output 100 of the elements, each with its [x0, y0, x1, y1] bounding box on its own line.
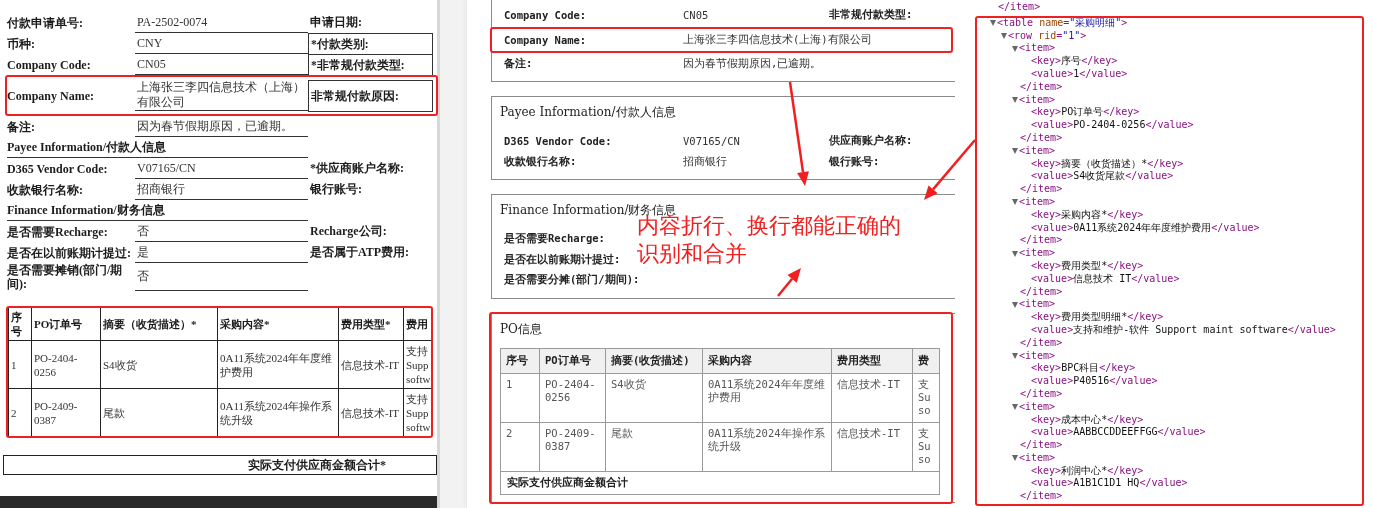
table-cell: 信息技术-IT — [831, 373, 913, 422]
xml-line: </item> — [998, 1, 1041, 14]
table-cell: 1 — [500, 373, 540, 422]
table-cell: 1 — [8, 340, 32, 389]
field-value: 招商银行 — [683, 154, 727, 169]
field-value: 招商银行 — [135, 179, 308, 200]
field-value: CN05 — [135, 54, 308, 75]
table-cell: PO-2409-0387 — [31, 388, 101, 437]
collapse-triangle-icon[interactable] — [1012, 455, 1018, 462]
xml-line: <value>0A11系统2024年年度维护费用</value> — [1031, 221, 1260, 235]
xml-line: <item> — [1019, 93, 1056, 107]
xml-line: </item> — [1020, 490, 1063, 504]
field-label: 收款银行名称: — [7, 181, 84, 199]
column-header: 序号 — [500, 348, 540, 373]
xml-line: <key>PO订单号</key> — [1031, 106, 1140, 120]
field-label: Company Name: — [504, 33, 587, 46]
xml-line: <item> — [1019, 400, 1056, 414]
table-cell: 尾款 — [605, 422, 703, 471]
collapse-triangle-icon[interactable] — [1012, 250, 1018, 257]
xml-line: <value>A1B1C1D1 HQ</value> — [1031, 477, 1188, 491]
table-cell: 信息技术-IT — [338, 340, 404, 389]
table-cell: 0A11系统2024年年度维护费用 — [702, 373, 832, 422]
field-label: 是否需要Recharge: — [7, 223, 109, 241]
section-heading: Payee Information/付款人信息 — [7, 137, 308, 158]
field-label: Company Code: — [504, 9, 587, 22]
xml-line: <key>序号</key> — [1031, 55, 1118, 68]
collapse-triangle-icon[interactable] — [1012, 148, 1018, 155]
xml-line: <table name="采购明细"> — [997, 16, 1128, 30]
xml-line: </item> — [1020, 183, 1063, 196]
table-cell: 2 — [500, 422, 540, 471]
field-label: 是否需要分摊(部门/期间): — [504, 273, 640, 288]
field-label: 备注: — [7, 118, 36, 136]
collapse-triangle-icon[interactable] — [1012, 352, 1018, 359]
xml-line: <key>采购内容*</key> — [1031, 208, 1144, 222]
field-value: V07165/CN — [135, 158, 308, 179]
xml-line: <value>PO-2404-0256</value> — [1031, 119, 1194, 132]
table-cell: 0A11系统2024年操作系统升级 — [217, 388, 339, 437]
xml-line: <item> — [1019, 349, 1056, 363]
field-value: 上海张三李四信息技术(上海)有限公司 — [683, 32, 872, 47]
column-header: 费 — [912, 348, 940, 373]
field-value: CN05 — [683, 9, 709, 22]
field-label: 是否属于ATP费用: — [309, 244, 411, 261]
table-cell: PO-2404-0256 — [31, 340, 101, 389]
xml-line: <item> — [1019, 144, 1056, 158]
xml-line: <key>费用类型明细*</key> — [1031, 311, 1164, 324]
field-label: 非常规付款类型: — [829, 8, 913, 23]
field-value: 否 — [135, 221, 308, 242]
column-header: 摘要（收货描述）* — [100, 307, 218, 341]
field-label: 币种: — [7, 35, 36, 53]
field-label: 银行账号: — [829, 154, 880, 169]
xml-line: <item> — [1019, 195, 1056, 209]
field-value: 是 — [135, 242, 308, 263]
xml-line: <value>S4收货尾款</value> — [1031, 170, 1174, 184]
collapse-triangle-icon[interactable] — [1012, 96, 1018, 103]
collapse-triangle-icon[interactable] — [1012, 199, 1018, 206]
xml-line: </item> — [1020, 387, 1063, 401]
field-value: 上海张三李四信息技术（上海）有限公司 — [135, 80, 308, 111]
table-cell: PO-2404-0256 — [539, 373, 606, 422]
card-title: PO信息 — [499, 321, 542, 336]
column-header: 摘要(收货描述) — [605, 348, 703, 373]
field-label: Company Code: — [7, 56, 92, 74]
xml-line: <item> — [1019, 451, 1056, 465]
field-label: 是否需要摊销(部门/期间): — [7, 263, 124, 291]
table-cell: 支 Su so — [912, 422, 940, 471]
column-header: 采购内容 — [702, 348, 832, 373]
xml-line: <key>成本中心*</key> — [1031, 413, 1144, 427]
xml-line: <value>1</value> — [1031, 68, 1128, 81]
field-label: 付款申请单号: — [7, 14, 84, 32]
section-heading: Finance Information/财务信息 — [7, 200, 308, 221]
annotation-arrow — [777, 268, 801, 297]
field-value: 因为春节假期原因,已逾期。 — [683, 56, 822, 71]
table-cell: 2 — [8, 388, 32, 437]
table-cell: 支 Su so — [912, 373, 940, 422]
field-value: PA-2502-0074 — [135, 12, 308, 33]
field-value: CNY — [135, 33, 308, 54]
table-cell: 0A11系统2024年操作系统升级 — [702, 422, 832, 471]
field-label: *非常规付款类型: — [308, 54, 433, 76]
xml-line: <value>AABBCCDDEEFFGG</value> — [1031, 426, 1206, 440]
collapse-triangle-icon[interactable] — [990, 20, 996, 27]
field-value: V07165/CN — [683, 135, 740, 148]
xml-line: <key>利润中心*</key> — [1031, 464, 1144, 478]
table-cell: S4收货 — [605, 373, 703, 422]
table-cell: 信息技术-IT — [338, 388, 404, 437]
table-cell: 尾款 — [100, 388, 218, 437]
field-value: 因为春节假期原因，已逾期。 — [135, 116, 308, 137]
xml-line: </item> — [1020, 80, 1063, 94]
collapse-triangle-icon[interactable] — [1012, 45, 1018, 52]
field-label: 是否在以前账期计提过: — [7, 244, 132, 262]
collapse-triangle-icon[interactable] — [1001, 33, 1007, 39]
card-title: Payee Information/付款人信息 — [499, 105, 676, 119]
annotation-arrow — [924, 139, 976, 200]
xml-line: <key>摘要（收货描述）*</key> — [1031, 157, 1184, 171]
field-label: Recharge公司: — [309, 223, 388, 240]
xml-line: <item> — [1019, 298, 1056, 312]
card-title: Finance Information/财务信息 — [499, 203, 677, 217]
collapse-triangle-icon[interactable] — [1012, 404, 1018, 411]
collapse-triangle-icon[interactable] — [1012, 301, 1018, 308]
field-label: *付款类别: — [308, 33, 433, 55]
xml-line: </item> — [1020, 336, 1063, 350]
field-label: 收款银行名称: — [504, 154, 577, 169]
